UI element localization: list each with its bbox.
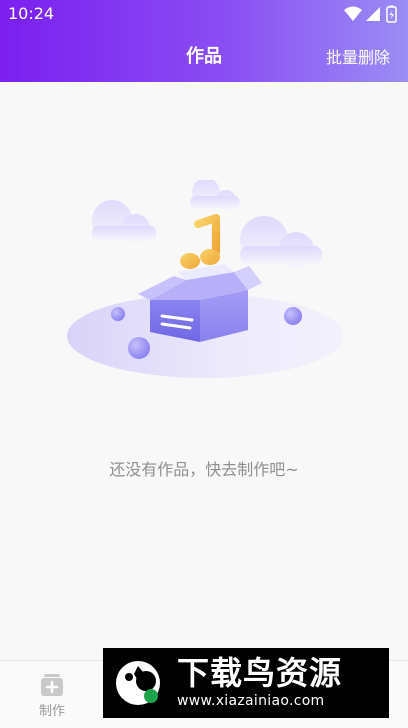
music-box [138,264,262,342]
nav-item-make[interactable]: 制作 [24,670,80,724]
watermark-url: www.xiazainiao.com [177,693,325,709]
add-square-icon [41,674,63,696]
wifi-icon [344,6,362,21]
batch-delete-button[interactable]: 批量删除 [326,44,390,68]
top-bar: 10:24 作品 批量删除 [0,0,408,82]
bird-logo-icon [116,661,160,705]
cloud-right [240,216,322,268]
cloud-left [92,200,156,242]
signal-icon [366,7,380,21]
status-icons [344,5,397,23]
watermark-title: 下载鸟资源 [177,654,343,692]
watermark-banner: 下载鸟资源 www.xiazainiao.com [103,648,389,718]
music-box-illustration [67,180,343,378]
nav-item-make-label: 制作 [38,704,65,719]
empty-state-message: 还没有作品，快去制作吧~ [109,460,299,479]
battery-icon [386,5,397,23]
cloud-top [190,180,240,210]
works-content: 还没有作品，快去制作吧~ [0,82,408,660]
status-time: 10:24 [8,4,55,23]
music-note-icon [180,214,220,269]
